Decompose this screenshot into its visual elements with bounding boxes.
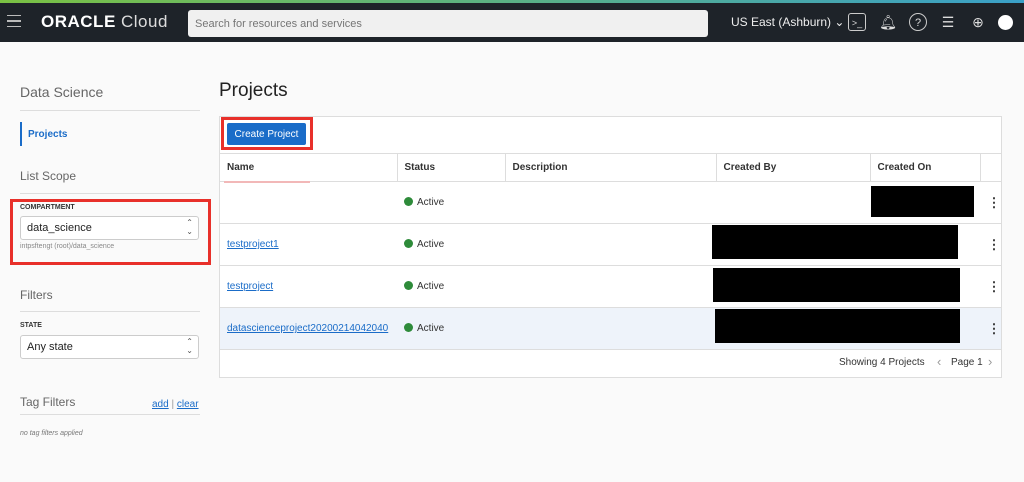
column-status[interactable]: Status [397, 153, 506, 182]
column-description[interactable]: Description [505, 153, 717, 182]
create-project-button[interactable]: Create Project [227, 123, 306, 145]
state-label: STATE [20, 322, 42, 329]
row-actions-icon[interactable]: ⋮ [980, 265, 1001, 308]
menu-icon[interactable] [7, 15, 21, 27]
divider [20, 311, 200, 312]
column-created-by[interactable]: Created By [716, 153, 871, 182]
cloud-shell-icon[interactable]: >_ [848, 13, 866, 31]
add-tag-filter-link[interactable]: add [152, 399, 169, 410]
prev-page-icon[interactable]: ‹ [937, 354, 941, 369]
tag-filters-heading: Tag Filters [20, 395, 76, 409]
top-bar: ORACLE Cloud US East (Ashburn) ⌄ >_ 🔔︎ ?… [0, 3, 1024, 42]
row-actions-icon[interactable]: ⋮ [980, 181, 1001, 224]
redacted-region [713, 268, 960, 302]
table-header: Name Status Description Created By Creat… [220, 153, 1001, 182]
project-link[interactable]: testproject [227, 281, 273, 292]
bell-icon[interactable]: 🔔︎ [879, 13, 897, 31]
results-count: Showing 4 Projects [839, 357, 925, 368]
region-selector[interactable]: US East (Ashburn) ⌄ [731, 15, 844, 29]
compartment-select[interactable]: data_science [20, 216, 199, 240]
compartment-path: intpsftengt (root)/data_science [20, 243, 115, 250]
globe-icon[interactable]: ⊕ [969, 13, 987, 31]
help-icon[interactable]: ? [909, 13, 927, 31]
column-actions [980, 153, 1001, 182]
chevron-down-icon: ⌄ [834, 15, 845, 29]
redacted-region [712, 225, 958, 259]
row-actions-icon[interactable]: ⋮ [980, 223, 1001, 266]
state-select[interactable]: Any state [20, 335, 199, 359]
redaction-mark [224, 181, 310, 183]
search-input[interactable] [188, 10, 708, 37]
page-indicator: Page 1 [951, 357, 983, 368]
clear-tag-filter-link[interactable]: clear [177, 399, 199, 410]
filters-heading: Filters [20, 288, 53, 302]
status-active-icon [404, 281, 413, 290]
oracle-cloud-logo[interactable]: ORACLE Cloud [41, 12, 168, 32]
project-link[interactable]: datascienceproject20200214042040 [227, 323, 388, 334]
sidebar-item-projects[interactable]: Projects [20, 122, 67, 146]
status-active-icon [404, 323, 413, 332]
user-icon[interactable] [998, 15, 1013, 30]
no-tag-filters-text: no tag filters applied [20, 430, 83, 437]
project-link[interactable]: testproject1 [227, 239, 279, 250]
tag-filter-actions: add | clear [152, 399, 199, 410]
column-created-on[interactable]: Created On [870, 153, 981, 182]
row-actions-icon[interactable]: ⋮ [980, 307, 1001, 350]
page-title: Projects [219, 80, 288, 101]
column-name[interactable]: Name [220, 153, 398, 182]
compartment-label: COMPARTMENT [20, 204, 75, 211]
status-active-icon [404, 239, 413, 248]
list-scope-heading: List Scope [20, 169, 77, 183]
divider [20, 414, 200, 415]
sidebar-title: Data Science [20, 84, 104, 100]
redacted-region [715, 309, 960, 343]
status-active-icon [404, 197, 413, 206]
divider [20, 193, 200, 194]
chat-icon[interactable]: ☰ [939, 13, 957, 31]
redacted-region [871, 186, 974, 217]
divider [20, 110, 200, 111]
next-page-icon[interactable]: › [988, 354, 992, 369]
